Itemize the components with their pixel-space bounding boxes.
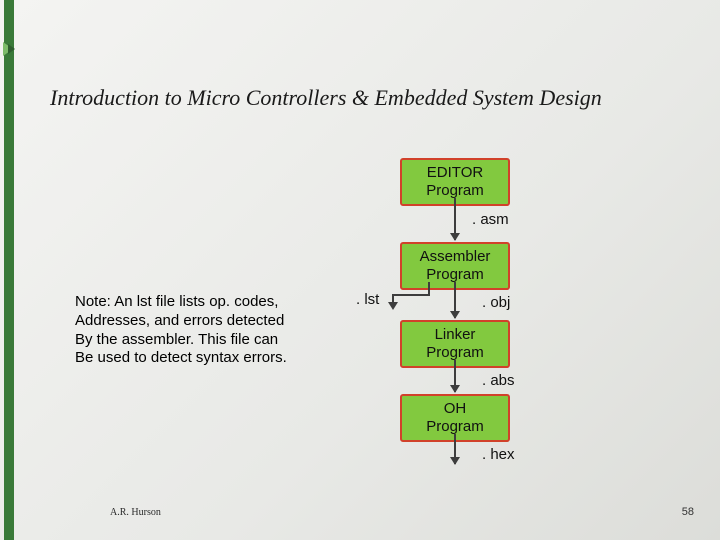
note-text: Note: An lst file lists op. codes,Addres… — [75, 293, 350, 368]
label-hex: . hex — [482, 446, 515, 463]
arrow-down-icon — [454, 434, 456, 464]
footer-author: A.R. Hurson — [110, 507, 161, 518]
slide-left-decoration — [0, 0, 22, 540]
label-obj: . obj — [482, 294, 510, 311]
arrow-elbow-icon — [380, 282, 430, 308]
arrow-down-icon — [454, 198, 456, 240]
arrow-down-icon — [454, 360, 456, 392]
decoration-bar — [4, 0, 14, 540]
footer-page-number: 58 — [682, 506, 694, 518]
label-abs: . abs — [482, 372, 515, 389]
decoration-chevron-shadow-icon — [8, 44, 15, 54]
slide-title: Introduction to Micro Controllers & Embe… — [50, 85, 690, 111]
label-lst: . lst — [356, 291, 379, 308]
label-asm: . asm — [472, 211, 509, 228]
arrow-down-icon — [454, 282, 456, 318]
